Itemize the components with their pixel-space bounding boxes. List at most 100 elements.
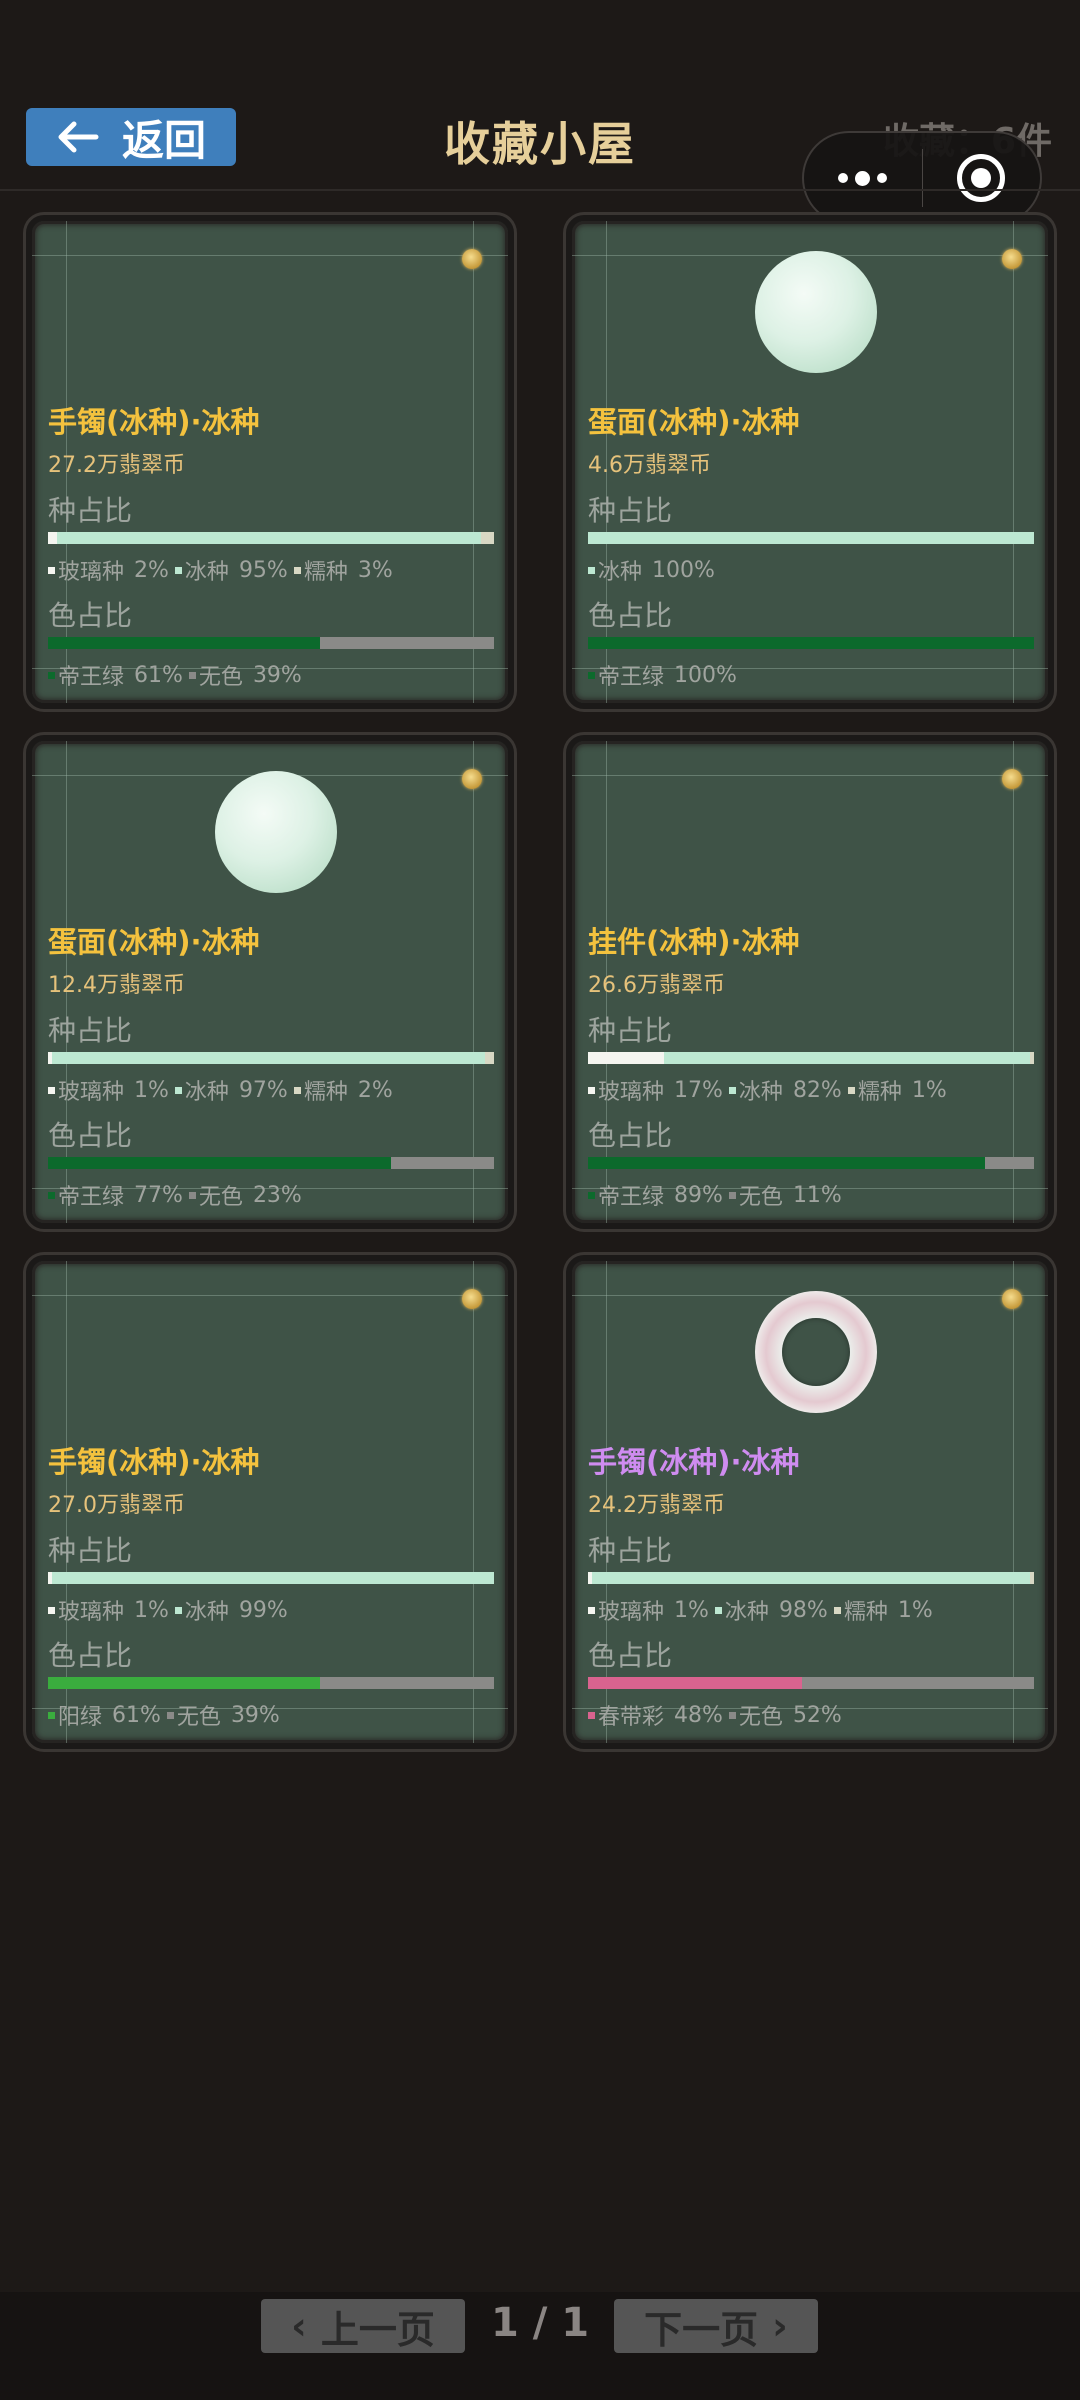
legend-value: 61% <box>112 1702 161 1728</box>
species-ratio-label: 种占比 <box>48 494 133 527</box>
frame-guide-line <box>32 255 508 256</box>
legend-value: 11% <box>792 1182 842 1208</box>
legend-item: 玻璃种 1% <box>48 1074 169 1106</box>
frame-guide-line <box>473 1261 474 1743</box>
legend-swatch <box>293 1086 301 1094</box>
jade-bangle-icon <box>755 1291 877 1413</box>
legend-swatch <box>588 671 595 679</box>
color-ratio-bar <box>48 1677 494 1689</box>
frame-guide-line <box>572 775 1048 776</box>
legend-name: 玻璃种 <box>58 560 125 585</box>
frame-guide-line <box>1013 221 1014 703</box>
legend-item: 冰种 82% <box>728 1074 842 1106</box>
species-ratio-label: 种占比 <box>588 494 673 527</box>
star-badge-icon <box>1002 1289 1022 1309</box>
bar-segment <box>588 637 1034 649</box>
legend-item: 玻璃种 1% <box>48 1594 169 1626</box>
legend-value: 95% <box>238 557 288 583</box>
legend-swatch <box>174 566 182 574</box>
legend-item: 无色 52% <box>728 1699 842 1731</box>
legend-value: 77% <box>134 1182 183 1208</box>
star-badge-icon <box>1002 249 1022 269</box>
legend-item: 冰种 97% <box>174 1074 288 1106</box>
legend-name: 冰种 <box>184 1600 229 1625</box>
legend-name: 无色 <box>176 1705 221 1730</box>
legend-value: 99% <box>238 1597 288 1623</box>
collection-card[interactable]: 手镯(冰种)·冰种 27.2万翡翠币 种占比 玻璃种 2% 冰种 95% 糯种 3% 色占比 帝王绿… <box>26 215 514 709</box>
bar-segment <box>391 1157 494 1169</box>
target-icon <box>957 154 1006 202</box>
legend-name: 冰种 <box>184 560 229 585</box>
legend-value: 61% <box>134 662 183 688</box>
legend-swatch <box>188 1191 196 1199</box>
legend-value: 82% <box>792 1077 842 1103</box>
star-badge-icon <box>1002 769 1022 789</box>
legend-value: 98% <box>778 1597 828 1623</box>
legend-value: 1% <box>134 1597 169 1623</box>
frame-guide-line <box>473 741 474 1223</box>
color-legend: 帝王绿 89% 无色 11% <box>588 1179 848 1211</box>
legend-name: 无色 <box>198 665 243 690</box>
legend-name: 冰种 <box>738 1080 783 1105</box>
species-legend: 玻璃种 1% 冰种 99% <box>48 1594 294 1626</box>
legend-item: 冰种 95% <box>174 554 288 586</box>
jade-cabochon-icon <box>755 251 877 373</box>
bar-segment <box>48 637 321 649</box>
legend-name: 糯种 <box>843 1600 888 1625</box>
legend-swatch <box>188 671 196 679</box>
more-options-button[interactable] <box>804 133 922 223</box>
close-mini-program-button[interactable] <box>923 133 1041 223</box>
species-ratio-bar <box>48 1052 494 1064</box>
item-name: 挂件(冰种)·冰种 <box>588 925 800 959</box>
frame-guide-line <box>473 221 474 703</box>
color-legend: 帝王绿 100% <box>588 659 743 691</box>
color-ratio-label: 色占比 <box>48 599 133 632</box>
chevron-left-icon: ‹ <box>291 2304 307 2348</box>
collection-card[interactable]: 蛋面(冰种)·冰种 12.4万翡翠币 种占比 玻璃种 1% 冰种 97% 糯种 2% 色占比 帝王绿… <box>26 735 514 1229</box>
legend-name: 无色 <box>738 1185 783 1210</box>
bar-segment <box>48 532 57 544</box>
legend-swatch <box>833 1606 841 1614</box>
prev-page-button[interactable]: ‹ 上一页 <box>261 2299 465 2353</box>
next-page-button[interactable]: 下一页 › <box>614 2299 818 2353</box>
bar-segment <box>48 1157 392 1169</box>
bar-segment <box>56 532 481 544</box>
species-legend: 玻璃种 1% 冰种 98% 糯种 1% <box>588 1594 939 1626</box>
legend-item: 阳绿 61% <box>48 1699 161 1731</box>
legend-swatch <box>166 1711 174 1719</box>
collection-card[interactable]: 挂件(冰种)·冰种 26.6万翡翠币 种占比 玻璃种 17% 冰种 82% 糯种 1% 色占比 帝王… <box>566 735 1054 1229</box>
legend-swatch <box>728 1711 736 1719</box>
bar-segment <box>52 1572 494 1584</box>
bar-segment <box>320 637 494 649</box>
legend-value: 1% <box>897 1597 933 1623</box>
legend-swatch <box>728 1191 736 1199</box>
bar-segment <box>480 532 494 544</box>
legend-swatch <box>588 566 595 574</box>
legend-name: 玻璃种 <box>58 1080 125 1105</box>
legend-value: 17% <box>674 1077 723 1103</box>
legend-name: 玻璃种 <box>598 1600 665 1625</box>
bar-segment <box>1029 1052 1034 1064</box>
species-ratio-label: 种占比 <box>588 1534 673 1567</box>
legend-swatch <box>48 671 55 679</box>
color-ratio-label: 色占比 <box>48 1639 133 1672</box>
species-ratio-bar <box>588 1572 1034 1584</box>
bar-segment <box>588 1677 803 1689</box>
legend-value: 52% <box>792 1702 842 1728</box>
collection-card[interactable]: 蛋面(冰种)·冰种 4.6万翡翠币 种占比 冰种 100% 色占比 帝王绿 100% <box>566 215 1054 709</box>
legend-name: 玻璃种 <box>58 1600 125 1625</box>
legend-value: 2% <box>357 1077 393 1103</box>
collection-card[interactable]: 手镯(冰种)·冰种 24.2万翡翠币 种占比 玻璃种 1% 冰种 98% 糯种 1% 色占比 春带彩… <box>566 1255 1054 1749</box>
jade-cabochon-icon <box>215 771 337 893</box>
bar-segment <box>592 1572 1030 1584</box>
collection-page: 返回 收藏小屋 收藏：6件 手镯(冰种)·冰种27.2万翡翠币种占比玻璃种2%冰… <box>0 0 1080 2400</box>
legend-name: 冰种 <box>598 560 643 585</box>
species-ratio-bar <box>48 532 494 544</box>
legend-value: 39% <box>252 662 302 688</box>
collection-card[interactable]: 手镯(冰种)·冰种 27.0万翡翠币 种占比 玻璃种 1% 冰种 99% 色占比 阳绿 61% 无色… <box>26 1255 514 1749</box>
species-ratio-label: 种占比 <box>48 1014 133 1047</box>
legend-item: 冰种 100% <box>588 554 715 586</box>
legend-swatch <box>588 1711 595 1719</box>
header-divider <box>0 189 1080 191</box>
legend-name: 阳绿 <box>58 1705 103 1730</box>
